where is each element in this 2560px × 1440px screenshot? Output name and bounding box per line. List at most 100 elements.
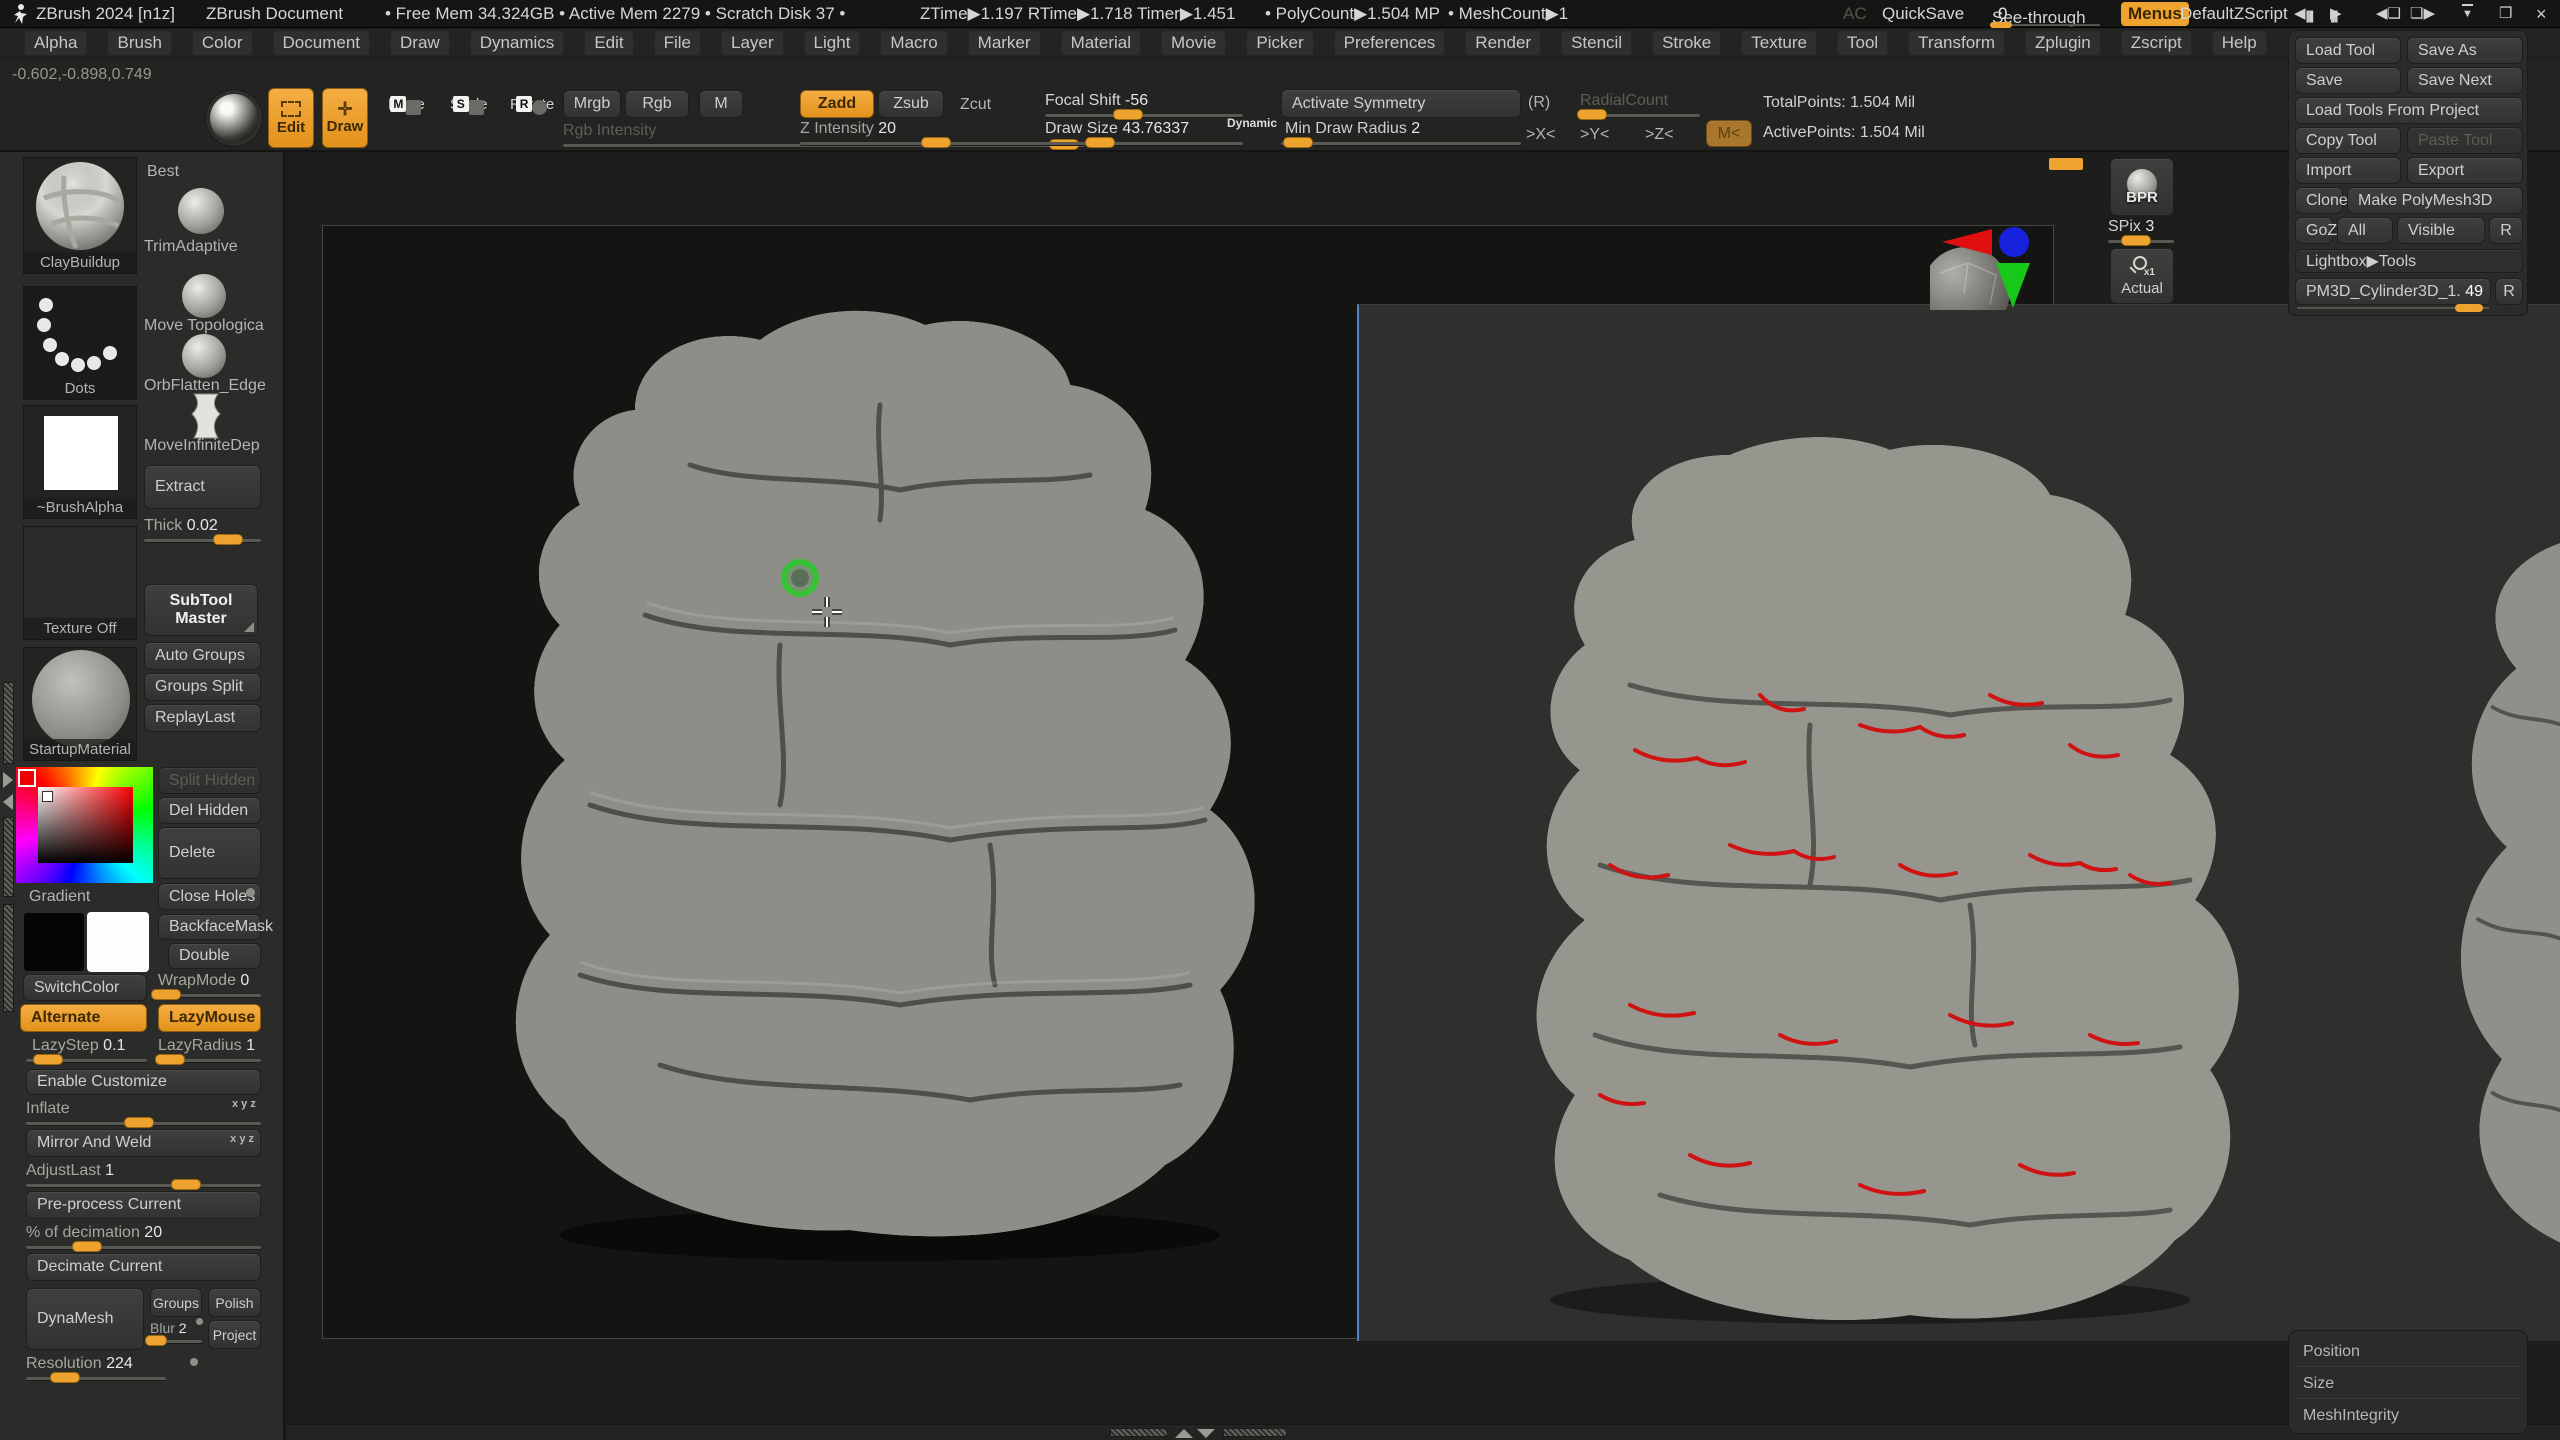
restore-icon[interactable]: ❐: [2499, 4, 2512, 22]
subtool-master-button[interactable]: SubTool Master: [144, 584, 258, 636]
menu-item-tool[interactable]: Tool: [1837, 30, 1888, 56]
inflate-xyz[interactable]: x y z: [232, 1098, 256, 1110]
lazyradius-slider[interactable]: LazyRadius 1: [158, 1037, 261, 1062]
gradient-toggle[interactable]: Gradient: [29, 888, 90, 906]
decimate-current-button[interactable]: Decimate Current: [26, 1253, 261, 1281]
tool-r-button[interactable]: R: [2495, 278, 2523, 305]
menu-item-zplugin[interactable]: Zplugin: [2025, 30, 2101, 56]
wrapmode-slider[interactable]: WrapMode 0: [158, 972, 261, 997]
lightbox-tools-button[interactable]: Lightbox▶Tools: [2295, 249, 2523, 273]
material-thumb[interactable]: StartupMaterial: [23, 647, 137, 761]
delete-button[interactable]: Delete: [158, 827, 261, 879]
scale-button[interactable]: S Scale: [450, 96, 488, 113]
sv-square[interactable]: [38, 787, 133, 863]
replay-last-button[interactable]: ReplayLast: [144, 704, 261, 732]
bottom-divider-strip[interactable]: [1110, 1428, 1168, 1437]
tray-open-right-icon[interactable]: [3, 772, 13, 788]
switch-color-button[interactable]: SwitchColor: [23, 974, 147, 1001]
menu-item-texture[interactable]: Texture: [1741, 30, 1817, 56]
current-material-sphere[interactable]: [210, 94, 258, 142]
alpha-thumb[interactable]: ~BrushAlpha: [23, 405, 137, 519]
preprocess-current-button[interactable]: Pre-process Current: [26, 1191, 261, 1219]
zadd-button[interactable]: Zadd: [800, 90, 874, 118]
tray-width-handle[interactable]: [2049, 158, 2083, 170]
menu-item-help[interactable]: Help: [2212, 30, 2267, 56]
extract-button[interactable]: Extract: [144, 465, 261, 509]
menu-item-stroke[interactable]: Stroke: [1652, 30, 1721, 56]
movetopological-label[interactable]: Move Topologica: [144, 317, 264, 335]
alternate-button[interactable]: Alternate: [20, 1004, 147, 1032]
menu-item-alpha[interactable]: Alpha: [24, 30, 87, 56]
clone-button[interactable]: Clone: [2295, 187, 2343, 214]
move-button[interactable]: M Move: [388, 96, 425, 113]
lazymouse-button[interactable]: LazyMouse: [158, 1004, 261, 1032]
make-polymesh3d-button[interactable]: Make PolyMesh3D: [2347, 187, 2523, 214]
tray-open-up-icon[interactable]: [1175, 1429, 1193, 1438]
goz-button[interactable]: GoZ: [2295, 217, 2333, 244]
sym-m-button[interactable]: M<: [1706, 120, 1752, 147]
radial-count-slider[interactable]: RadialCount: [1580, 92, 1700, 117]
menu-item-edit[interactable]: Edit: [584, 30, 633, 56]
secondary-color-swatch[interactable]: [87, 912, 149, 972]
dynamic-toggle[interactable]: Dynamic: [1227, 116, 1277, 130]
double-button[interactable]: Double: [168, 943, 261, 969]
sym-z-button[interactable]: >Z<: [1645, 126, 1673, 144]
lazystep-slider[interactable]: LazyStep 0.1: [26, 1037, 147, 1062]
import-button[interactable]: Import: [2295, 157, 2401, 184]
menu-item-dynamics[interactable]: Dynamics: [470, 30, 565, 56]
see-through-slider[interactable]: See-through 0: [1992, 4, 2007, 24]
actual-size-button[interactable]: x1 Actual: [2110, 248, 2174, 304]
enable-customize-button[interactable]: Enable Customize: [26, 1069, 261, 1095]
menu-item-draw[interactable]: Draw: [390, 30, 450, 56]
see-through-track[interactable]: [1990, 24, 2100, 26]
save-next-button[interactable]: Save Next: [2407, 67, 2523, 94]
menu-item-render[interactable]: Render: [1465, 30, 1541, 56]
orbflatten-thumb[interactable]: [182, 334, 226, 378]
moveinfinitedep-thumb[interactable]: [186, 392, 226, 440]
del-hidden-button[interactable]: Del Hidden: [158, 797, 261, 824]
axis-gizmo[interactable]: [1930, 215, 2080, 310]
export-button[interactable]: Export: [2407, 157, 2523, 184]
quicksave-button[interactable]: QuickSave: [1882, 4, 1964, 24]
adjustlast-slider[interactable]: AdjustLast 1: [26, 1162, 261, 1187]
goz-visible-button[interactable]: Visible: [2397, 217, 2485, 244]
resolution-slider[interactable]: Resolution 224: [26, 1355, 166, 1380]
panels-left-icon[interactable]: ◀❏: [2376, 4, 2401, 22]
tray-close-left-icon[interactable]: [3, 794, 13, 810]
menu-item-marker[interactable]: Marker: [968, 30, 1041, 56]
zcut-button[interactable]: Zcut: [960, 96, 991, 114]
active-tool-knob[interactable]: [2455, 304, 2483, 312]
activate-symmetry-button[interactable]: Activate Symmetry: [1281, 89, 1521, 118]
split-hidden-button[interactable]: Split Hidden: [158, 767, 261, 794]
sym-x-button[interactable]: >X<: [1526, 126, 1555, 144]
load-tool-button[interactable]: Load Tool: [2295, 37, 2401, 64]
menu-item-picker[interactable]: Picker: [1246, 30, 1313, 56]
default-zscript-button[interactable]: DefaultZScript: [2180, 4, 2288, 24]
menu-item-brush[interactable]: Brush: [107, 30, 171, 56]
active-tool-track[interactable]: [2297, 307, 2489, 309]
bpr-render-button[interactable]: BPR: [2110, 158, 2174, 216]
color-picker[interactable]: [16, 767, 153, 883]
tray-shrink-left-icon[interactable]: ◀||||: [2294, 4, 2306, 22]
focal-shift-slider[interactable]: Focal Shift -56: [1045, 92, 1243, 117]
stroke-thumb[interactable]: Dots: [23, 286, 137, 400]
moveinfinitedep-label[interactable]: MoveInfiniteDep: [144, 437, 260, 455]
menus-button[interactable]: Menus: [2121, 2, 2189, 26]
dynamesh-project-button[interactable]: Project: [208, 1320, 261, 1349]
panels-right-icon[interactable]: ❏▶: [2410, 4, 2435, 22]
menu-item-document[interactable]: Document: [273, 30, 370, 56]
menu-item-light[interactable]: Light: [804, 30, 861, 56]
trimadaptive-label[interactable]: TrimAdaptive: [144, 238, 238, 256]
movetopological-thumb[interactable]: [182, 274, 226, 318]
dynamesh-groups-button[interactable]: Groups: [150, 1288, 202, 1317]
left-divider-strip[interactable]: [3, 817, 14, 897]
load-tools-from-project-button[interactable]: Load Tools From Project: [2295, 97, 2523, 124]
texture-thumb[interactable]: Texture Off: [23, 526, 137, 640]
close-icon[interactable]: ×: [2536, 4, 2547, 25]
menu-item-material[interactable]: Material: [1061, 30, 1141, 56]
draw-button[interactable]: ✛ Draw: [322, 88, 368, 148]
canvas-area[interactable]: [287, 152, 2560, 1440]
paste-tool-button[interactable]: Paste Tool: [2407, 127, 2523, 154]
save-button[interactable]: Save: [2295, 67, 2401, 94]
dynamesh-button[interactable]: DynaMesh: [26, 1288, 144, 1350]
